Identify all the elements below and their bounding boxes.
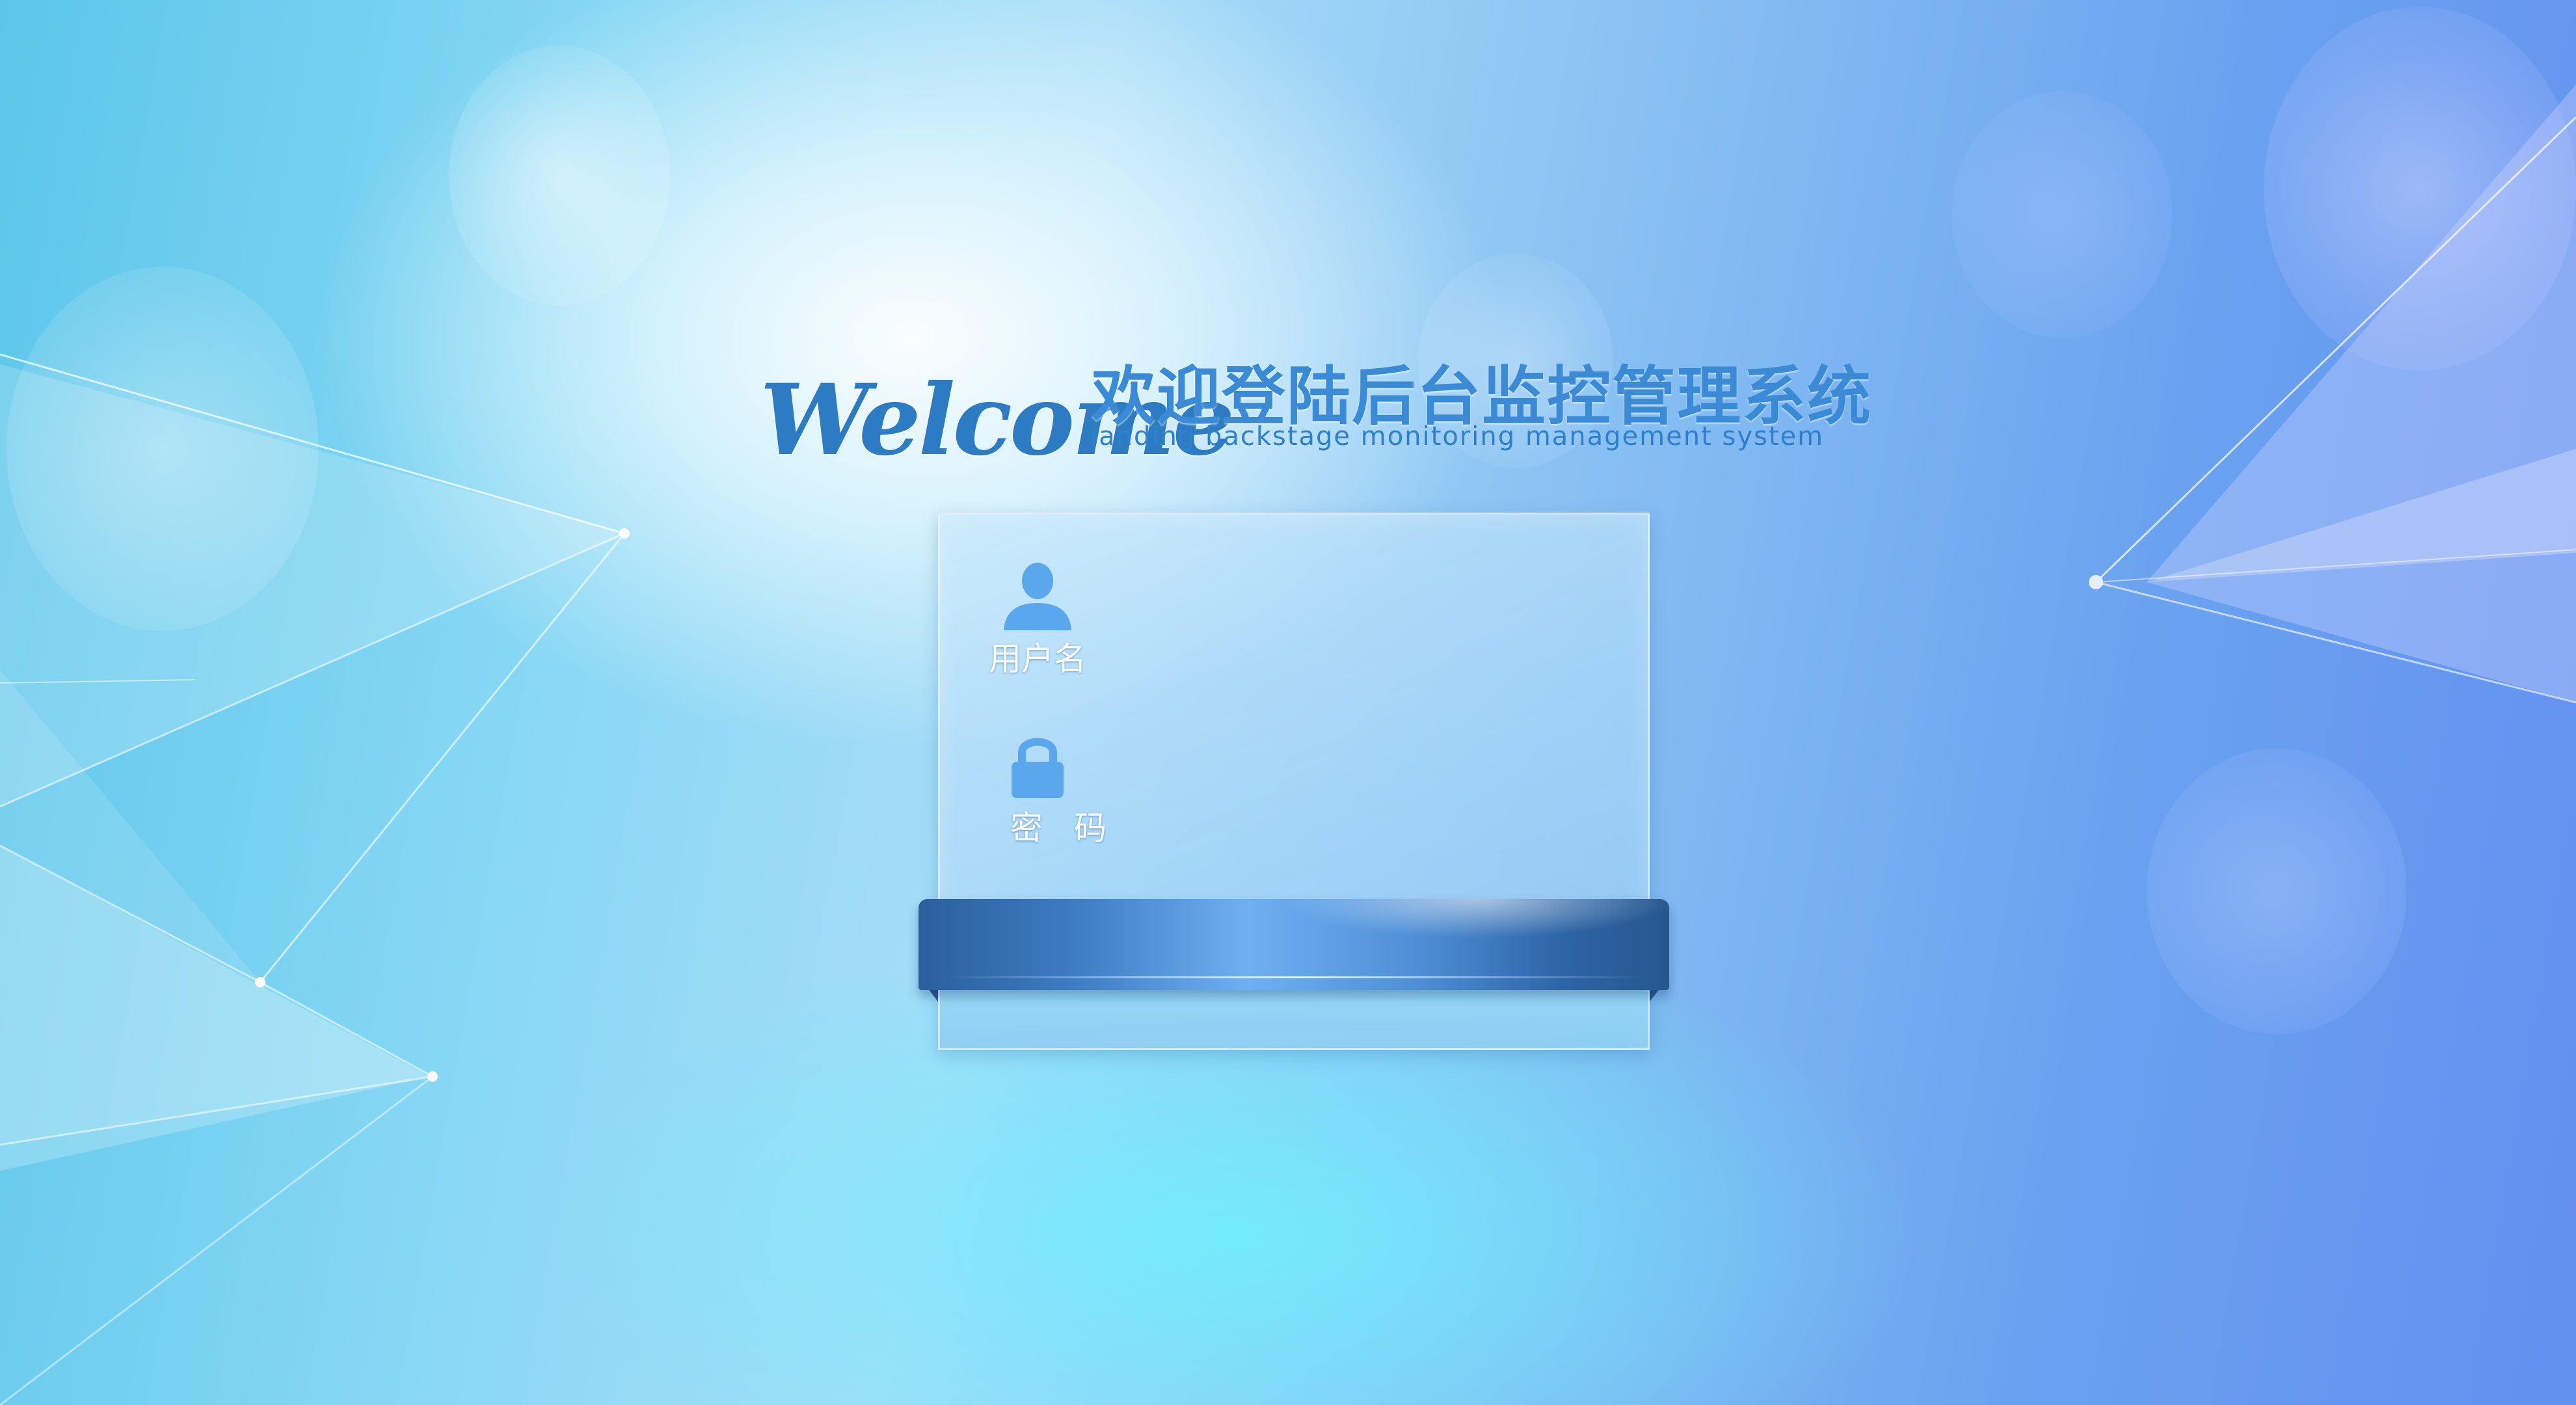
ribbon-shine: [1283, 899, 1669, 957]
page-header: Welcome 欢迎登陆后台监控管理系统 landing backstage m…: [760, 343, 1871, 477]
node-dot: [427, 1071, 438, 1082]
username-row[interactable]: 用户名: [979, 560, 1096, 680]
password-row[interactable]: 密码: [979, 729, 1138, 849]
username-label: 用户名: [989, 640, 1086, 678]
triangle-decoration: [0, 364, 624, 807]
lock-icon: [1012, 738, 1064, 798]
login-button-ribbon[interactable]: [919, 899, 1669, 990]
password-label: 密码: [1010, 809, 1138, 847]
node-dot: [255, 977, 265, 987]
user-icon: [1004, 563, 1071, 630]
system-subtitle: landing backstage monitoring management …: [1090, 421, 1825, 451]
triangle-decoration: [2147, 85, 2576, 702]
login-panel-footer: [938, 990, 1650, 1050]
ribbon-highlight: [945, 976, 1643, 978]
node-dot: [2089, 575, 2103, 589]
node-dot: [619, 528, 630, 539]
